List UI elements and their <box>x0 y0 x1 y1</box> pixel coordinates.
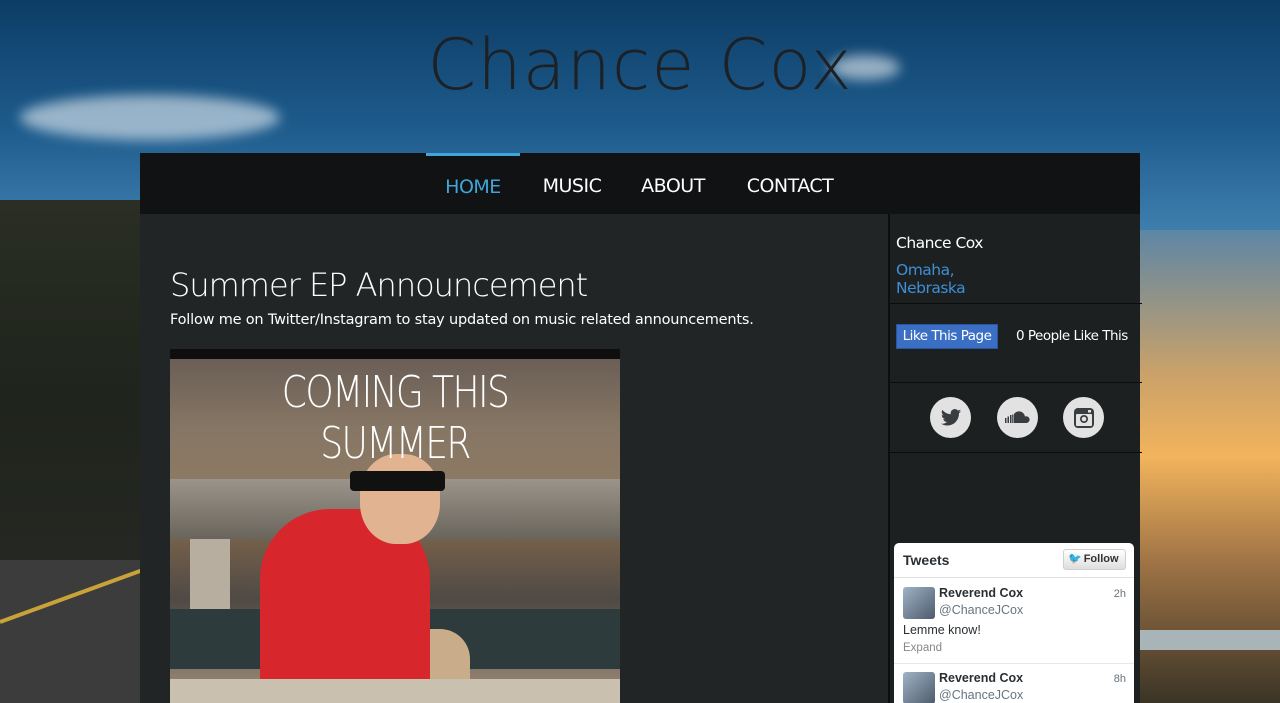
twitter-widget: Tweets 🐦 Follow Reverend Cox @ChanceJCox … <box>894 543 1134 703</box>
soundcloud-button[interactable] <box>997 397 1038 438</box>
image-person-cap <box>350 471 445 491</box>
twitter-button[interactable] <box>930 397 971 438</box>
background-guardrail <box>1140 630 1280 650</box>
instagram-button[interactable] <box>1063 397 1104 438</box>
nav-home[interactable]: HOME <box>426 153 520 214</box>
background-road <box>0 560 160 703</box>
soundcloud-icon <box>1004 410 1030 423</box>
sidebar: Chance Cox Omaha, Nebraska Like This Pag… <box>888 214 1142 703</box>
twitter-bird-icon: 🐦 <box>1068 553 1082 565</box>
main-content: Summer EP Announcement Follow me on Twit… <box>140 214 888 703</box>
tweets-header: Tweets 🐦 Follow <box>894 543 1134 578</box>
avatar[interactable] <box>903 587 935 619</box>
tweet-author-handle[interactable]: @ChanceJCox <box>939 603 1023 617</box>
post-title: Summer EP Announcement <box>170 266 588 304</box>
sidebar-divider <box>890 452 1142 453</box>
tweet-author-handle[interactable]: @ChanceJCox <box>939 688 1023 702</box>
sidebar-divider <box>890 382 1142 383</box>
follow-label: Follow <box>1083 553 1119 565</box>
sidebar-divider <box>890 303 1142 304</box>
twitter-follow-button[interactable]: 🐦 Follow <box>1063 549 1126 570</box>
main-nav: HOME MUSIC ABOUT CONTACT <box>140 153 1140 214</box>
post-image: COMING THIS SUMMER <box>170 349 620 703</box>
nav-music[interactable]: MUSIC <box>534 153 610 214</box>
tweet-author-name[interactable]: Reverend Cox <box>939 671 1023 685</box>
like-page-button[interactable]: Like This Page <box>896 324 998 349</box>
nav-contact[interactable]: CONTACT <box>738 153 842 214</box>
like-count: 0 People Like This <box>1016 328 1128 344</box>
avatar[interactable] <box>903 672 935 703</box>
tweets-title: Tweets <box>903 552 950 568</box>
image-headline: COMING THIS SUMMER <box>281 367 510 469</box>
page-container: HOME MUSIC ABOUT CONTACT Summer EP Annou… <box>140 153 1142 703</box>
image-ledge <box>170 679 620 703</box>
tweet-item[interactable]: Reverend Cox @ChanceJCox 8h <box>894 664 1134 703</box>
sidebar-location[interactable]: Omaha, Nebraska <box>896 261 1016 297</box>
tweet-item[interactable]: Reverend Cox @ChanceJCox 2h Lemme know! … <box>894 579 1134 664</box>
tweet-expand-link[interactable]: Expand <box>903 642 942 654</box>
instagram-icon <box>1073 407 1094 428</box>
tweet-text: Lemme know! <box>903 623 981 637</box>
post-text: Follow me on Twitter/Instagram to stay u… <box>170 312 754 328</box>
twitter-icon <box>940 408 961 426</box>
sidebar-name: Chance Cox <box>896 234 983 252</box>
tweet-timestamp[interactable]: 2h <box>1114 588 1126 600</box>
site-title[interactable]: Chance Cox <box>0 24 1280 106</box>
nav-about[interactable]: ABOUT <box>634 153 712 214</box>
tweet-timestamp[interactable]: 8h <box>1114 673 1126 685</box>
tweet-author-name[interactable]: Reverend Cox <box>939 586 1023 600</box>
